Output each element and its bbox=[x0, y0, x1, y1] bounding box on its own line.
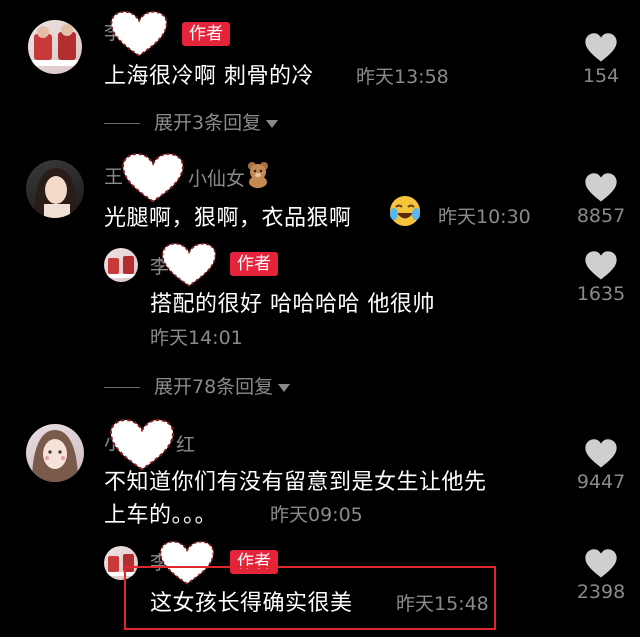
avatar[interactable] bbox=[26, 424, 84, 482]
heart-mask-icon bbox=[108, 10, 170, 58]
comment-text-line1[interactable]: 不知道你们有没有留意到是女生让他先 bbox=[104, 464, 487, 496]
reply-text[interactable]: 搭配的很好 哈哈哈哈 他很帅 bbox=[150, 286, 435, 318]
heart-mask-icon bbox=[158, 242, 220, 288]
author-badge: 作者 bbox=[182, 22, 230, 46]
expand-replies-button[interactable]: 展开3条回复 bbox=[104, 108, 279, 135]
heart-icon bbox=[584, 250, 618, 281]
like-button[interactable]: 9447 bbox=[566, 438, 636, 493]
username-fragment-right: 小仙女 bbox=[188, 168, 246, 190]
avatar[interactable] bbox=[26, 160, 84, 218]
triangle-down-icon bbox=[266, 119, 279, 128]
comment-text-line2[interactable]: 上车的。。。 bbox=[104, 497, 217, 529]
comment-time: 昨天10:30 bbox=[438, 206, 531, 228]
reply-time: 昨天14:01 bbox=[150, 327, 243, 349]
author-badge: 作者 bbox=[230, 252, 278, 276]
divider bbox=[104, 387, 140, 388]
avatar[interactable] bbox=[28, 20, 82, 74]
like-count: 9447 bbox=[576, 471, 626, 493]
like-count: 1635 bbox=[576, 283, 626, 305]
comment-text[interactable]: 光腿啊，狠啊，衣品狠啊 bbox=[104, 200, 352, 232]
heart-icon bbox=[584, 438, 618, 469]
heart-mask-icon bbox=[118, 152, 188, 204]
heart-icon bbox=[584, 172, 618, 203]
expand-label: 展开78条回复 bbox=[154, 376, 274, 398]
teddy-bear-icon bbox=[248, 162, 268, 188]
like-button[interactable]: 8857 bbox=[566, 172, 636, 227]
username-fragment-right: 红 bbox=[176, 434, 196, 456]
like-count: 2398 bbox=[576, 581, 626, 603]
heart-icon bbox=[584, 548, 618, 579]
comment-text[interactable]: 上海很冷啊 刺骨的冷 bbox=[104, 58, 314, 90]
expand-replies-button[interactable]: 展开78条回复 bbox=[104, 372, 291, 399]
like-count: 8857 bbox=[576, 205, 626, 227]
highlight-box bbox=[124, 566, 496, 630]
like-button[interactable]: 2398 bbox=[566, 548, 636, 603]
like-button[interactable]: 154 bbox=[566, 32, 636, 87]
comment-time: 昨天09:05 bbox=[270, 504, 363, 526]
triangle-down-icon bbox=[278, 383, 291, 392]
laughing-crying-emoji-icon bbox=[390, 196, 420, 226]
comment-time: 昨天13:58 bbox=[356, 66, 449, 88]
like-count: 154 bbox=[582, 65, 620, 87]
like-button[interactable]: 1635 bbox=[566, 250, 636, 305]
avatar[interactable] bbox=[104, 248, 138, 282]
heart-icon bbox=[584, 32, 618, 63]
expand-label: 展开3条回复 bbox=[154, 112, 262, 134]
divider bbox=[104, 123, 140, 124]
